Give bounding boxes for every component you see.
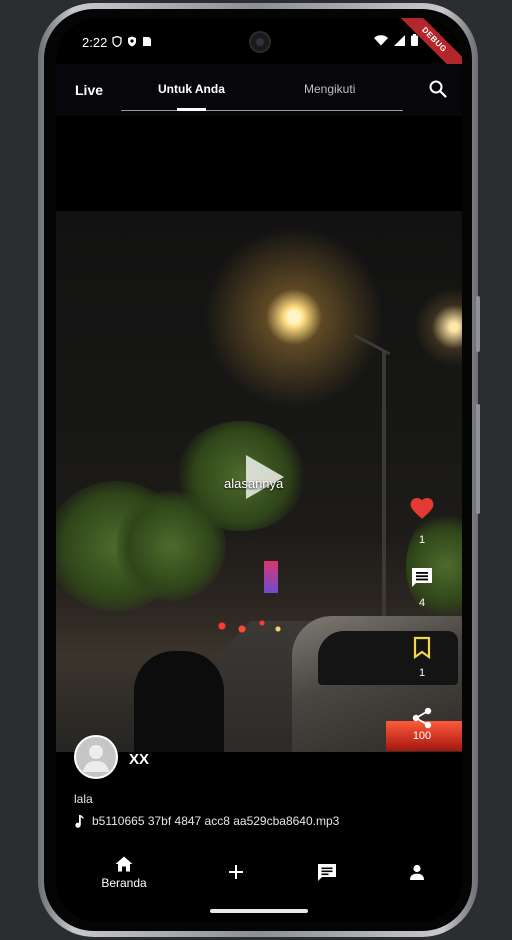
video-overlay-text: alasannya bbox=[224, 476, 284, 491]
nav-inbox[interactable] bbox=[317, 863, 337, 885]
music-note-icon bbox=[75, 814, 84, 828]
person-avatar-icon bbox=[76, 737, 116, 777]
tab-divider bbox=[121, 110, 403, 111]
app-screen: 2:22 DEBUG Live Untuk Anda Mengikuti ala… bbox=[56, 18, 462, 922]
share-count: 100 bbox=[412, 730, 432, 742]
street-lamp-arm bbox=[353, 333, 391, 356]
active-tab-indicator bbox=[177, 108, 206, 111]
motorcycle-riders bbox=[134, 651, 224, 752]
plus-icon bbox=[229, 865, 243, 879]
live-button[interactable]: Live bbox=[75, 82, 103, 98]
comment-count: 4 bbox=[418, 597, 426, 609]
video-player[interactable]: alasannya bbox=[56, 211, 462, 752]
front-camera bbox=[249, 31, 271, 53]
phone-side-button bbox=[476, 296, 480, 352]
like-button[interactable]: 1 bbox=[404, 496, 440, 546]
home-icon bbox=[115, 856, 133, 872]
wifi-icon bbox=[374, 34, 388, 49]
status-time: 2:22 bbox=[82, 35, 108, 50]
share-icon bbox=[412, 707, 432, 729]
share-button[interactable]: 100 bbox=[404, 706, 440, 742]
battery-icon bbox=[411, 34, 418, 49]
signal-icon bbox=[394, 34, 405, 49]
music-title: b5110665 37bf 4847 acc8 aa529cba8640.mp3 bbox=[92, 814, 340, 828]
like-count: 1 bbox=[418, 534, 426, 546]
street-lamp-pole bbox=[382, 351, 386, 621]
sim-card-icon bbox=[142, 35, 152, 46]
tab-for-you[interactable]: Untuk Anda bbox=[158, 82, 225, 96]
author-name[interactable]: XX bbox=[129, 751, 149, 768]
nav-create[interactable] bbox=[226, 864, 246, 883]
security-icon bbox=[127, 35, 137, 47]
tree-decoration bbox=[116, 491, 226, 601]
tab-following[interactable]: Mengikuti bbox=[304, 82, 355, 96]
bookmark-icon bbox=[413, 636, 431, 660]
message-icon bbox=[318, 864, 336, 881]
top-navigation: Live Untuk Anda Mengikuti bbox=[56, 64, 462, 116]
comment-icon bbox=[412, 568, 432, 587]
billboard bbox=[264, 561, 278, 593]
nav-home-label: Beranda bbox=[101, 876, 147, 890]
nav-profile[interactable] bbox=[408, 864, 426, 883]
save-count: 1 bbox=[418, 667, 426, 679]
avatar[interactable] bbox=[74, 735, 118, 779]
phone-volume-button bbox=[476, 404, 480, 514]
heart-icon bbox=[410, 498, 434, 519]
status-system-icons bbox=[374, 34, 418, 49]
nav-home[interactable]: Beranda bbox=[100, 856, 148, 890]
person-icon bbox=[410, 864, 424, 880]
shield-icon bbox=[112, 35, 122, 48]
home-indicator[interactable] bbox=[210, 909, 308, 913]
search-icon[interactable] bbox=[428, 79, 448, 99]
status-notification-icons bbox=[112, 35, 152, 48]
traffic-lights bbox=[206, 611, 286, 641]
save-button[interactable]: 1 bbox=[404, 636, 440, 679]
comment-button[interactable]: 4 bbox=[404, 566, 440, 609]
status-bar: 2:22 DEBUG bbox=[56, 18, 462, 89]
music-info[interactable]: b5110665 37bf 4847 acc8 aa529cba8640.mp3 bbox=[74, 814, 339, 828]
post-caption: lala bbox=[74, 792, 93, 806]
